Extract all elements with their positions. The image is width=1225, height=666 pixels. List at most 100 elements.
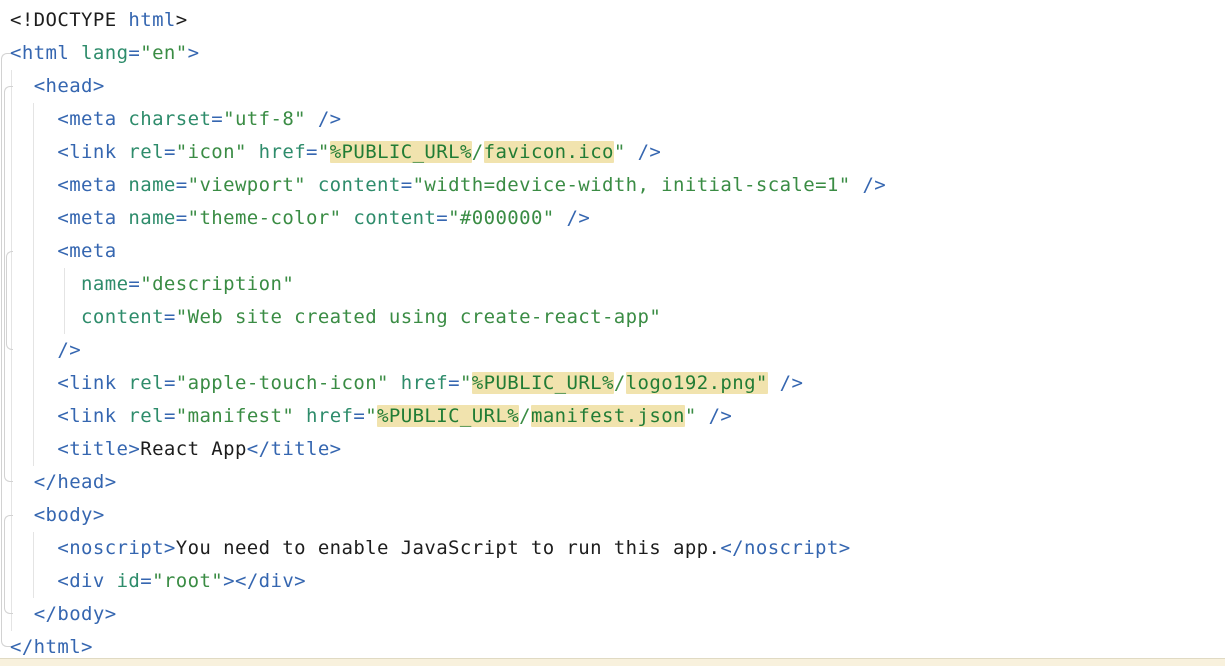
code-line[interactable]: content="Web site created using create-r… <box>10 301 886 334</box>
code-line[interactable]: <html lang="en"> <box>10 37 886 70</box>
code-token: href <box>401 372 448 394</box>
code-token: charset <box>128 108 211 130</box>
code-token <box>306 174 318 196</box>
code-token: /> <box>862 174 886 196</box>
code-line[interactable]: <link rel="manifest" href="%PUBLIC_URL%/… <box>10 400 886 433</box>
code-token <box>10 603 34 625</box>
code-token: " <box>460 372 472 394</box>
code-token: <meta <box>57 108 128 130</box>
code-token: " <box>318 141 330 163</box>
code-token: "#000000" <box>448 207 555 229</box>
code-token: <!DOCTYPE <box>10 9 128 31</box>
code-line[interactable]: name="description" <box>10 268 886 301</box>
code-token <box>294 405 306 427</box>
code-token <box>389 372 401 394</box>
code-token: "manifest" <box>176 405 294 427</box>
code-token <box>10 306 81 328</box>
code-token: href <box>306 405 353 427</box>
search-highlight: %PUBLIC_URL% <box>472 372 614 394</box>
code-token <box>555 207 567 229</box>
code-token: "Web site created using create-react-app… <box>176 306 661 328</box>
search-highlight: logo192.png" <box>626 372 768 394</box>
code-token: "viewport" <box>188 174 306 196</box>
code-token: /> <box>638 141 662 163</box>
code-line[interactable]: <title>React App</title> <box>10 433 886 466</box>
code-token: /> <box>780 372 804 394</box>
code-token: "apple-touch-icon" <box>176 372 389 394</box>
code-token: " <box>365 405 377 427</box>
code-token <box>10 108 57 130</box>
code-token: rel <box>128 141 164 163</box>
code-line[interactable]: <link rel="apple-touch-icon" href="%PUBL… <box>10 367 886 400</box>
code-token: = <box>401 174 413 196</box>
code-token <box>247 141 259 163</box>
code-line[interactable]: <!DOCTYPE html> <box>10 4 886 37</box>
code-token: = <box>164 141 176 163</box>
code-editor[interactable]: <!DOCTYPE html><html lang="en"> <head> <… <box>0 0 1225 666</box>
code-token: "utf-8" <box>223 108 306 130</box>
code-line[interactable]: <meta name="viewport" content="width=dev… <box>10 169 886 202</box>
code-token <box>10 438 57 460</box>
code-line[interactable]: <meta charset="utf-8" /> <box>10 103 886 136</box>
search-highlight: %PUBLIC_URL% <box>330 141 472 163</box>
code-token: <meta <box>57 240 116 262</box>
code-token: name <box>81 273 128 295</box>
code-line[interactable]: <link rel="icon" href="%PUBLIC_URL%/favi… <box>10 136 886 169</box>
code-token <box>10 405 57 427</box>
code-token: name <box>128 174 175 196</box>
code-line[interactable]: </html> <box>10 631 886 664</box>
code-line[interactable]: <meta <box>10 235 886 268</box>
code-token: lang <box>81 42 128 64</box>
code-token: <title> <box>57 438 140 460</box>
code-token: "en" <box>140 42 187 64</box>
code-token: </head> <box>34 471 117 493</box>
code-token: content <box>353 207 436 229</box>
code-line[interactable]: </head> <box>10 466 886 499</box>
code-line[interactable]: /> <box>10 334 886 367</box>
code-token: = <box>140 570 152 592</box>
code-token: </title> <box>247 438 342 460</box>
code-token: content <box>318 174 401 196</box>
code-token: /> <box>567 207 591 229</box>
code-line[interactable]: <meta name="theme-color" content="#00000… <box>10 202 886 235</box>
code-token: " <box>614 141 626 163</box>
code-token: <html <box>10 42 81 64</box>
code-token <box>10 537 57 559</box>
code-token: = <box>164 372 176 394</box>
code-token: content <box>81 306 164 328</box>
code-line[interactable]: <head> <box>10 70 886 103</box>
code-token: / <box>519 405 531 427</box>
code-token: > <box>176 9 188 31</box>
code-lines: <!DOCTYPE html><html lang="en"> <head> <… <box>10 4 886 664</box>
code-token: = <box>128 42 140 64</box>
code-token <box>10 570 57 592</box>
search-highlight: %PUBLIC_URL% <box>377 405 519 427</box>
code-line[interactable]: <noscript>You need to enable JavaScript … <box>10 532 886 565</box>
code-token: <link <box>57 372 128 394</box>
code-token: = <box>353 405 365 427</box>
code-token <box>10 471 34 493</box>
code-token: href <box>259 141 306 163</box>
code-token: / <box>472 141 484 163</box>
code-token: <link <box>57 405 128 427</box>
code-token: = <box>211 108 223 130</box>
code-token: = <box>176 174 188 196</box>
code-token <box>10 339 57 361</box>
search-highlight: manifest.json <box>531 405 685 427</box>
code-token: <meta <box>57 207 128 229</box>
code-token: <body> <box>34 504 105 526</box>
code-token <box>10 174 57 196</box>
code-token: </html> <box>10 636 93 658</box>
code-token <box>10 240 57 262</box>
code-line[interactable]: </body> <box>10 598 886 631</box>
code-line[interactable]: <div id="root"></div> <box>10 565 886 598</box>
code-token <box>10 207 57 229</box>
code-token: rel <box>128 405 164 427</box>
code-token <box>10 372 57 394</box>
code-token <box>10 75 34 97</box>
code-token: = <box>306 141 318 163</box>
code-token: = <box>176 207 188 229</box>
code-token <box>626 141 638 163</box>
code-token: /> <box>318 108 342 130</box>
code-line[interactable]: <body> <box>10 499 886 532</box>
